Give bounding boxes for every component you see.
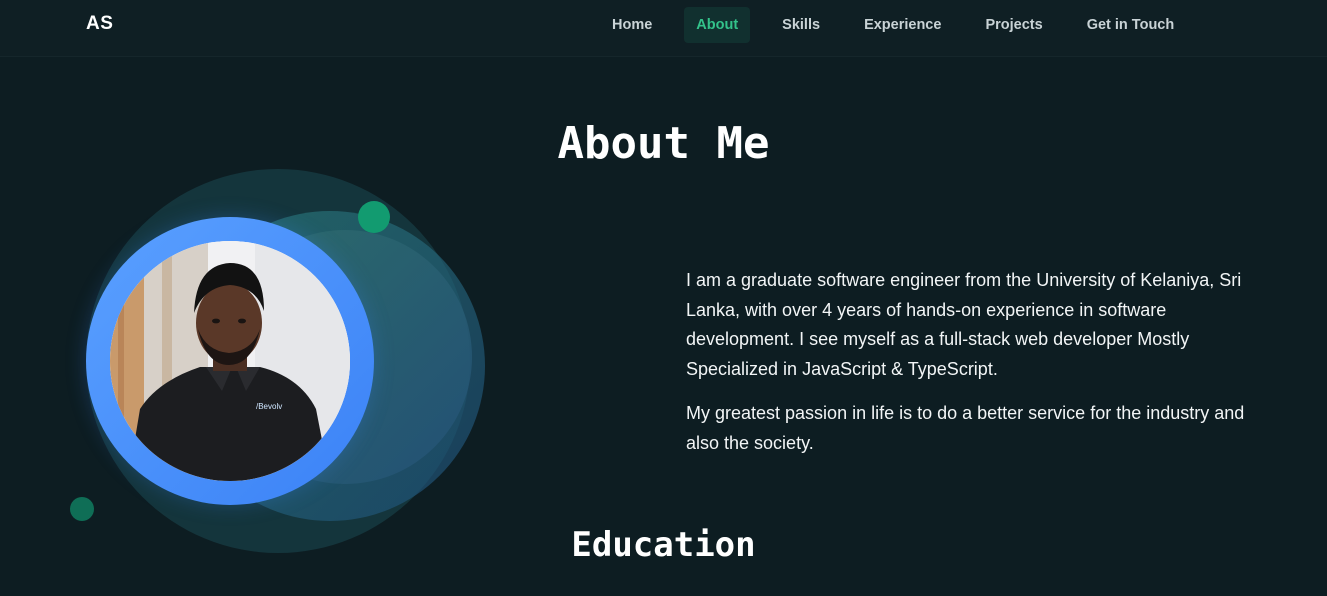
profile-photo-ring: /Bevolv: [86, 217, 374, 505]
green-dot-top: [358, 201, 390, 233]
nav-link-experience[interactable]: Experience: [852, 7, 953, 43]
about-paragraph-2: My greatest passion in life is to do a b…: [686, 403, 1245, 453]
education-title: Education: [571, 525, 756, 565]
site-logo[interactable]: AS: [86, 13, 113, 35]
about-description: I am a graduate software engineer from t…: [686, 266, 1246, 473]
profile-photo-illustration: /Bevolv: [110, 241, 350, 481]
about-title: About Me: [557, 118, 770, 169]
nav-link-projects[interactable]: Projects: [973, 7, 1054, 43]
green-dot-bottom: [70, 497, 94, 521]
navbar: AS Home About Skills Experience Projects…: [0, 0, 1327, 57]
nav-link-skills[interactable]: Skills: [770, 7, 832, 43]
nav-link-get-in-touch[interactable]: Get in Touch: [1075, 7, 1187, 43]
profile-photo: /Bevolv: [110, 241, 350, 481]
shirt-logo-text: /Bevolv: [256, 402, 282, 411]
nav-links: Home About Skills Experience Projects Ge…: [600, 7, 1206, 43]
nav-link-home[interactable]: Home: [600, 7, 664, 43]
nav-link-about[interactable]: About: [684, 7, 751, 43]
about-paragraph-1: I am a graduate software engineer from t…: [686, 270, 1242, 379]
